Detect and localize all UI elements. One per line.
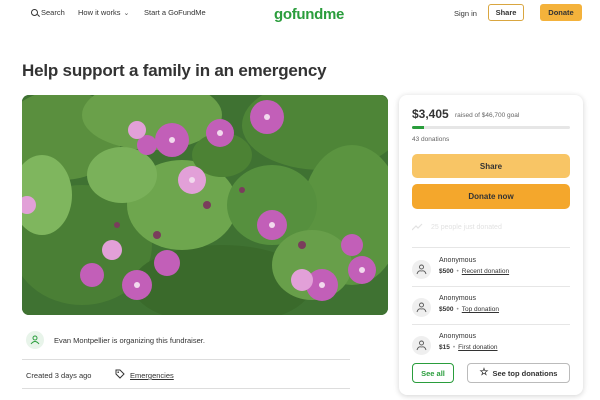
how-it-works-menu[interactable]: How it works ⌄: [78, 8, 129, 17]
donor-avatar: [412, 336, 431, 355]
donation-tag[interactable]: Recent donation: [462, 268, 509, 275]
search-link[interactable]: Search: [31, 8, 65, 17]
sign-in-link[interactable]: Sign in: [454, 9, 477, 18]
trend-icon: [412, 223, 423, 231]
donation-card: $3,405 raised of $46,700 goal 43 donatio…: [399, 95, 583, 395]
donation-tag[interactable]: Top donation: [462, 306, 499, 313]
organizer-text: Evan Montpellier is organizing this fund…: [54, 336, 205, 345]
see-all-button[interactable]: See all: [412, 363, 454, 383]
search-label: Search: [41, 8, 65, 17]
hand-heart-icon: [416, 302, 427, 313]
share-button[interactable]: Share: [412, 154, 570, 178]
progress-bar: [412, 126, 570, 129]
just-donated-text: 25 people just donated: [431, 223, 502, 231]
category-link[interactable]: Emergencies: [130, 371, 174, 380]
divider: [412, 324, 570, 325]
donation-item: Anonymous $500 • Recent donation: [412, 257, 572, 287]
person-icon: [30, 335, 40, 345]
see-top-donations-button[interactable]: ☆ See top donations: [467, 363, 570, 383]
divider: [412, 286, 570, 287]
donation-amount: $500: [439, 268, 454, 275]
chevron-down-icon: ⌄: [123, 9, 130, 17]
donation-item: Anonymous $15 • First donation: [412, 333, 572, 363]
header-donate-button[interactable]: Donate: [540, 4, 582, 21]
how-it-works-label: How it works: [78, 8, 121, 17]
gofundme-logo[interactable]: gofundme: [274, 6, 344, 23]
start-gofundme-label: Start a GoFundMe: [144, 8, 206, 17]
donation-tag[interactable]: First donation: [458, 344, 497, 351]
header-share-button[interactable]: Share: [488, 4, 524, 21]
donor-avatar: [412, 260, 431, 279]
donor-name: Anonymous: [439, 257, 476, 264]
divider: [412, 247, 570, 248]
see-top-donations-label: See top donations: [492, 368, 558, 378]
campaign-photo: [22, 95, 388, 315]
organizer-avatar: [26, 331, 44, 349]
donor-avatar: [412, 298, 431, 317]
campaign-title: Help support a family in an emergency: [22, 61, 327, 80]
goal-text: raised of $46,700 goal: [455, 112, 520, 119]
amount-raised: $3,405: [412, 107, 449, 121]
divider: [22, 359, 350, 360]
start-gofundme-link[interactable]: Start a GoFundMe: [144, 8, 206, 17]
progress-fill: [412, 126, 424, 129]
donor-name: Anonymous: [439, 295, 476, 302]
donation-amount: $500: [439, 306, 454, 313]
hand-heart-icon: [416, 340, 427, 351]
donate-now-button[interactable]: Donate now: [412, 184, 570, 209]
donation-item: Anonymous $500 • Top donation: [412, 295, 572, 325]
donor-name: Anonymous: [439, 333, 476, 340]
search-icon: [31, 9, 38, 16]
donation-amount: $15: [439, 344, 450, 351]
tag-icon: [115, 369, 125, 379]
just-donated-notice: 25 people just donated: [412, 223, 502, 231]
hand-heart-icon: [416, 264, 427, 275]
divider: [22, 388, 350, 389]
created-date: Created 3 days ago: [26, 371, 92, 380]
donations-count: 43 donations: [412, 136, 450, 143]
top-nav: Search How it works ⌄ Start a GoFundMe g…: [0, 0, 600, 28]
star-icon: ☆: [479, 367, 489, 378]
